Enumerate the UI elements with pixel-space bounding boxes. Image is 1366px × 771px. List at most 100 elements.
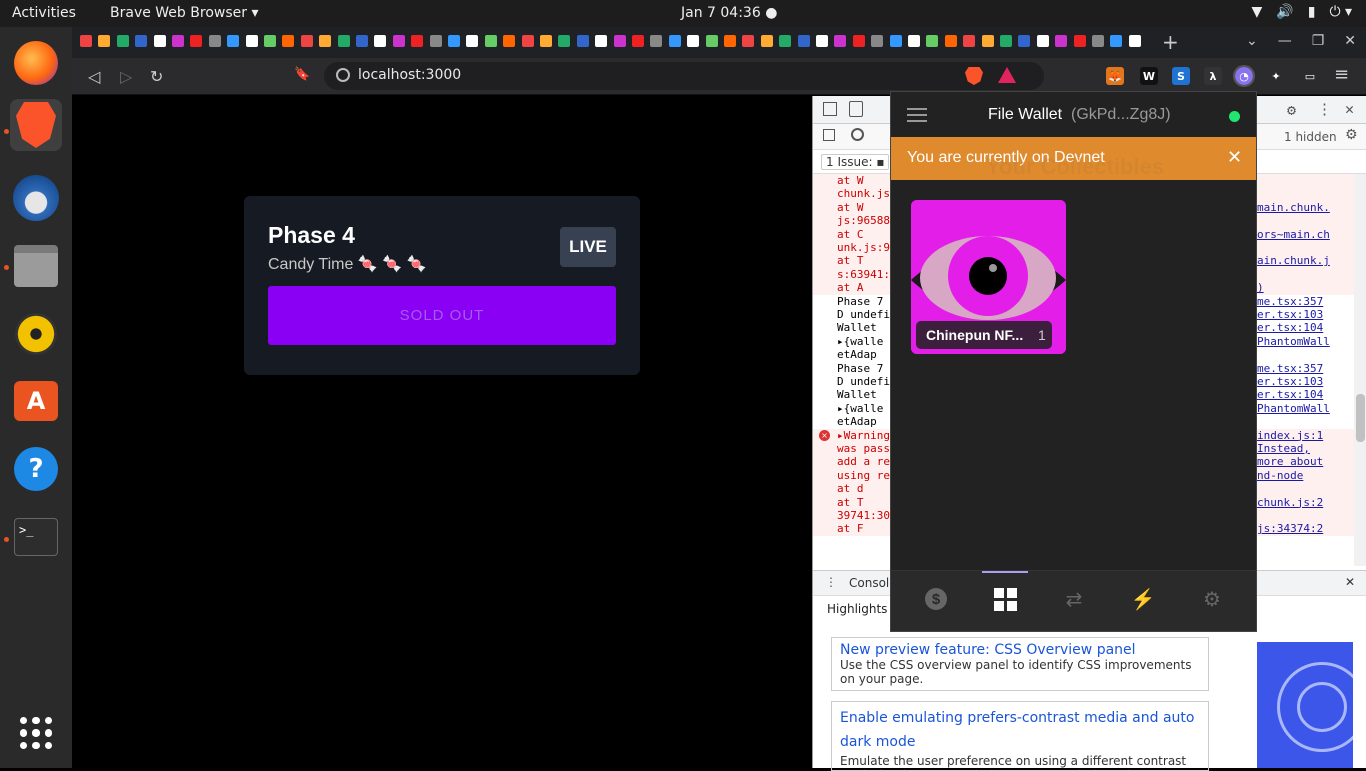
browser-tab[interactable]	[797, 35, 810, 47]
browser-tab[interactable]	[944, 35, 957, 47]
console-source-link[interactable]: er.tsx:104	[1257, 321, 1323, 334]
show-applications-button[interactable]	[10, 707, 62, 759]
dock-files[interactable]	[10, 240, 62, 292]
minimize-icon[interactable]: —	[1278, 33, 1292, 49]
hamburger-menu-icon[interactable]	[907, 108, 927, 122]
console-source-link[interactable]: chunk.js:2	[1257, 496, 1323, 509]
browser-tab[interactable]	[1110, 35, 1123, 47]
close-window-icon[interactable]: ✕	[1344, 33, 1356, 49]
console-source-link[interactable]: er.tsx:103	[1257, 375, 1323, 388]
browser-tab[interactable]	[760, 35, 773, 47]
console-source-link[interactable]: js:34374:2	[1257, 522, 1323, 535]
forward-button[interactable]: ▷	[120, 67, 132, 86]
activity-tab[interactable]: ⚡	[1131, 587, 1156, 611]
browser-tab[interactable]	[595, 35, 608, 47]
nft-card[interactable]: Chinepun NF... 1	[911, 200, 1066, 354]
browser-tab[interactable]	[834, 35, 847, 47]
reload-button[interactable]: ↻	[150, 67, 163, 86]
clear-console-icon[interactable]	[851, 128, 864, 141]
browser-tab[interactable]	[245, 35, 258, 47]
browser-tab[interactable]	[540, 35, 552, 47]
console-settings-icon[interactable]: ⚙	[1345, 127, 1358, 143]
swap-tab[interactable]: ⇄	[1062, 587, 1086, 611]
console-source-link[interactable]: more about	[1257, 455, 1323, 468]
browser-tab[interactable]	[889, 35, 902, 47]
browser-tab[interactable]	[429, 35, 442, 47]
wallet-title[interactable]: File Wallet (GkPd...Zg8J)	[988, 106, 1171, 124]
browser-tab[interactable]	[1128, 35, 1141, 47]
puzzle-extension-icon[interactable]: ✦	[1267, 67, 1285, 85]
browser-tab[interactable]	[319, 35, 332, 47]
browser-tab[interactable]	[1092, 35, 1104, 47]
browser-tab[interactable]	[1073, 35, 1086, 47]
scrollbar-thumb[interactable]	[1356, 394, 1365, 442]
console-source-link[interactable]: PhantomWall	[1257, 335, 1330, 348]
dock-rhythmbox[interactable]	[10, 308, 62, 360]
console-source-link[interactable]: er.tsx:103	[1257, 308, 1323, 321]
browser-menu-icon[interactable]: ≡	[1334, 64, 1349, 85]
browser-tab[interactable]	[632, 35, 644, 47]
browser-tab[interactable]	[98, 35, 111, 47]
browser-tab[interactable]	[1018, 35, 1031, 47]
console-source-link[interactable]: me.tsx:357	[1257, 295, 1323, 308]
devtools-close-icon[interactable]: ✕	[1345, 100, 1354, 118]
whatsnew-title[interactable]: New preview feature: CSS Overview panel	[840, 642, 1200, 658]
settings-tab[interactable]: ⚙	[1200, 587, 1224, 611]
browser-tab[interactable]	[172, 35, 184, 47]
browser-tab[interactable]	[337, 35, 350, 47]
browser-tab[interactable]	[282, 35, 295, 47]
bookmark-icon[interactable]: 🔖	[294, 67, 310, 82]
browser-tab[interactable]	[963, 35, 976, 47]
browser-tab[interactable]	[576, 35, 589, 47]
browser-tab[interactable]	[135, 35, 148, 47]
s-ext-extension-icon[interactable]: S	[1172, 67, 1190, 85]
browser-tab[interactable]	[153, 35, 166, 47]
drawer-menu-icon[interactable]: ⋮	[825, 575, 837, 589]
restore-icon[interactable]: ❐	[1312, 33, 1325, 49]
browser-tab[interactable]	[613, 35, 626, 47]
back-button[interactable]: ◁	[88, 67, 100, 86]
browser-tab[interactable]	[1000, 35, 1012, 47]
console-source-link[interactable]: ors~main.ch	[1257, 228, 1330, 241]
app-menu[interactable]: Brave Web Browser ▾	[110, 5, 258, 21]
browser-tab[interactable]	[687, 35, 700, 47]
devtools-more-icon[interactable]: ⋮	[1317, 100, 1332, 118]
browser-tab[interactable]	[871, 35, 884, 47]
browser-tab[interactable]	[448, 35, 460, 47]
new-tab-button[interactable]: +	[1162, 30, 1179, 54]
console-source-link[interactable]: main.chunk.	[1257, 201, 1330, 214]
browser-tab[interactable]	[705, 35, 718, 47]
browser-tab[interactable]	[392, 35, 405, 47]
tokens-tab[interactable]: $	[924, 587, 948, 611]
browser-tab[interactable]	[668, 35, 681, 47]
dock-help[interactable]: ?	[10, 443, 62, 495]
clock[interactable]: Jan 7 04:36 ●	[681, 5, 777, 21]
browser-tab[interactable]	[466, 35, 479, 47]
browser-tab[interactable]	[558, 35, 571, 47]
system-tray[interactable]: ▼ 🔊 ▮ ⏻ ▾	[1252, 4, 1353, 20]
console-source-link[interactable]: index.js:1	[1257, 429, 1323, 442]
browser-tab[interactable]	[264, 35, 276, 47]
browser-tab[interactable]	[742, 35, 755, 47]
url-field[interactable]: localhost:3000	[324, 62, 1044, 90]
phantom-extension-icon[interactable]: ◔	[1233, 65, 1255, 87]
browser-tab[interactable]	[116, 35, 129, 47]
browser-tab[interactable]	[816, 35, 828, 47]
whatsnew-item[interactable]: New preview feature: CSS Overview panel …	[831, 637, 1209, 691]
collectibles-tab[interactable]	[993, 587, 1017, 611]
browser-tab[interactable]	[521, 35, 534, 47]
console-scrollbar[interactable]	[1354, 174, 1366, 566]
activities-button[interactable]: Activities	[12, 5, 76, 21]
sold-out-button[interactable]: SOLD OUT	[268, 286, 616, 345]
banner-close-icon[interactable]: ✕	[1227, 147, 1242, 168]
browser-tab[interactable]	[1036, 35, 1049, 47]
tab-search-icon[interactable]: ⌄	[1246, 33, 1258, 49]
browser-tab[interactable]	[356, 35, 368, 47]
browser-tab[interactable]	[926, 35, 939, 47]
wallet-icon-extension-icon[interactable]: ▭	[1301, 67, 1319, 85]
dock-terminal[interactable]: >_	[10, 511, 62, 563]
console-source-link[interactable]: er.tsx:104	[1257, 388, 1323, 401]
browser-tab[interactable]	[80, 35, 92, 47]
dock-firefox[interactable]	[10, 37, 62, 89]
console-source-link[interactable]: me.tsx:357	[1257, 362, 1323, 375]
